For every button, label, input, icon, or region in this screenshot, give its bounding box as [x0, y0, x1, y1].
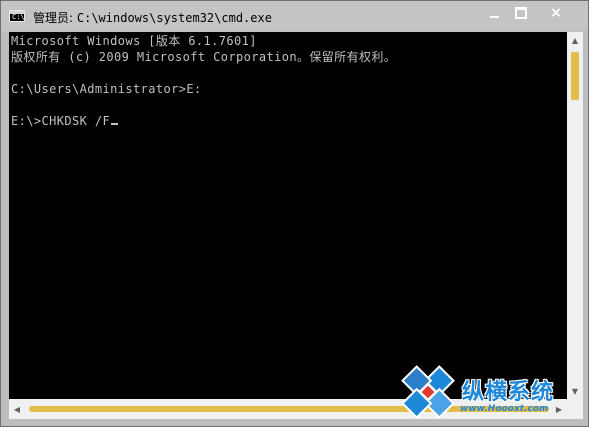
- maximize-button[interactable]: [506, 1, 536, 25]
- vertical-scrollbar[interactable]: ▲ ▼: [567, 32, 583, 399]
- maximize-icon: [515, 7, 527, 19]
- minimize-button[interactable]: [479, 1, 509, 25]
- close-icon: ×: [550, 5, 562, 21]
- console-output[interactable]: Microsoft Windows [版本 6.1.7601] 版权所有 (c)…: [9, 32, 567, 399]
- site-watermark: 纵横系统 www.Hoooxt.com: [398, 362, 584, 422]
- close-button[interactable]: ×: [536, 1, 576, 25]
- watermark-url: www.Hoooxt.com: [460, 404, 549, 414]
- console-line: Microsoft Windows [版本 6.1.7601]: [11, 34, 257, 48]
- minimize-icon: [489, 16, 499, 18]
- console-line: 版权所有 (c) 2009 Microsoft Corporation。保留所有…: [11, 50, 397, 64]
- watermark-text: 纵横系统: [462, 380, 555, 405]
- watermark-logo-icon: [401, 365, 455, 419]
- title-prefix: 管理员:: [33, 11, 74, 25]
- cmd-icon[interactable]: C:\: [9, 10, 25, 22]
- text-cursor: [111, 123, 119, 125]
- console-line: C:\Users\Administrator>E:: [11, 82, 202, 96]
- window-title: 管理员: C:\windows\system32\cmd.exe: [33, 9, 272, 26]
- scroll-up-icon[interactable]: ▲: [567, 32, 583, 48]
- title-path: C:\windows\system32\cmd.exe: [76, 11, 272, 25]
- title-bar[interactable]: C:\ 管理员: C:\windows\system32\cmd.exe ×: [1, 1, 588, 31]
- vertical-scroll-thumb[interactable]: [571, 52, 579, 100]
- scroll-left-icon[interactable]: ◀: [9, 399, 25, 419]
- command-input[interactable]: E:\>CHKDSK /F: [11, 114, 110, 128]
- console-input-line[interactable]: E:\>CHKDSK /F: [11, 114, 119, 128]
